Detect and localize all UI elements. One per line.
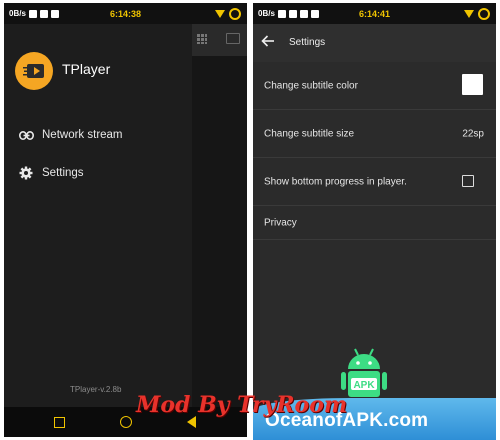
- subtitle-size-value: 22sp: [462, 128, 484, 139]
- status-bar: 0B/s 6:14:41: [253, 3, 496, 24]
- apk-label: APK: [353, 380, 375, 391]
- notification-icon: [39, 9, 48, 18]
- gear-icon: [18, 165, 34, 181]
- bottom-progress-checkbox[interactable]: [462, 175, 474, 187]
- app-logo: [15, 52, 53, 90]
- notification-icon: [28, 9, 37, 18]
- wifi-icon: [215, 9, 225, 18]
- watermark-text: Mod By TryRoom: [136, 392, 348, 418]
- android-apk-icon: APK: [341, 348, 387, 397]
- notification-icon: [310, 9, 319, 18]
- wifi-icon: [464, 9, 474, 18]
- left-screen: 0B/s 6:14:38 TPlayer Network stream Sett…: [4, 3, 247, 437]
- home-button[interactable]: [120, 416, 132, 428]
- setting-label: Change subtitle color: [264, 80, 358, 91]
- network-speed: 0B/s: [258, 9, 275, 18]
- app-name: TPlayer: [62, 61, 111, 77]
- page-title: Settings: [289, 37, 326, 48]
- recents-button[interactable]: [54, 417, 65, 428]
- status-time: 6:14:41: [358, 8, 391, 19]
- status-time: 6:14:38: [109, 8, 142, 19]
- setting-subtitle-size[interactable]: Change subtitle size 22sp: [253, 110, 496, 158]
- setting-label: Show bottom progress in player.: [264, 176, 407, 187]
- notification-icon: [299, 9, 308, 18]
- setting-subtitle-color[interactable]: Change subtitle color: [253, 62, 496, 110]
- setting-label: Change subtitle size: [264, 128, 355, 139]
- grid-view-icon: [197, 34, 207, 44]
- notification-icon: [50, 9, 59, 18]
- cast-icon: [226, 33, 240, 44]
- notification-icon: [288, 9, 297, 18]
- setting-label: Privacy: [264, 217, 297, 228]
- battery-icon: [229, 7, 241, 20]
- nav-item-network-stream[interactable]: Network stream: [4, 120, 192, 150]
- subtitle-color-swatch[interactable]: [462, 74, 483, 95]
- app-bar: Settings: [253, 24, 496, 62]
- nav-label: Network stream: [42, 129, 123, 141]
- setting-bottom-progress[interactable]: Show bottom progress in player.: [253, 158, 496, 206]
- nav-label: Settings: [42, 167, 84, 179]
- film-play-icon: [23, 64, 44, 78]
- status-bar: 0B/s 6:14:38: [4, 3, 247, 24]
- nav-item-settings[interactable]: Settings: [4, 158, 192, 188]
- setting-privacy[interactable]: Privacy: [253, 206, 496, 240]
- drawer-scrim[interactable]: [192, 24, 247, 407]
- network-speed: 0B/s: [9, 9, 26, 18]
- app-version: TPlayer-v.2.8b: [70, 385, 122, 394]
- link-icon: [18, 127, 34, 143]
- notification-icon: [277, 9, 286, 18]
- back-arrow-icon[interactable]: [261, 34, 275, 52]
- battery-icon: [478, 7, 490, 20]
